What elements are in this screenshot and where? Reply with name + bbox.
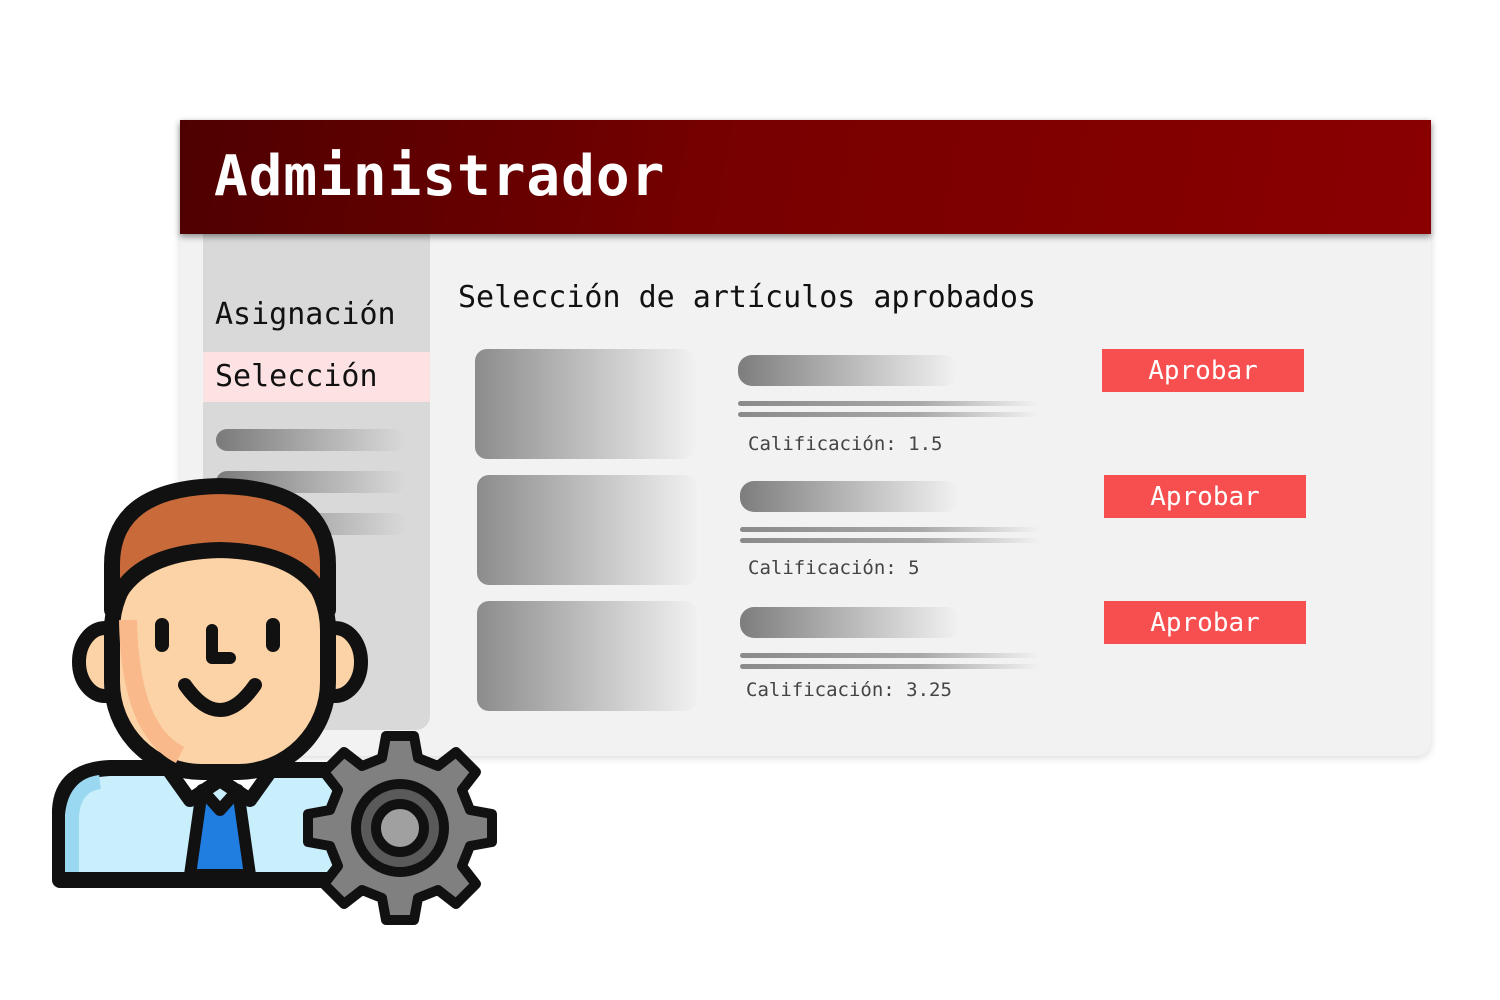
- article-text-placeholder: [740, 653, 1040, 658]
- approve-button[interactable]: Aprobar: [1102, 349, 1304, 392]
- article-rating: Calificación: 5: [748, 557, 920, 579]
- article-text-placeholder: [740, 538, 1040, 543]
- article-text-placeholder: [740, 664, 1040, 669]
- article-thumbnail: [475, 349, 695, 459]
- article-title-placeholder: [740, 607, 960, 638]
- approve-button[interactable]: Aprobar: [1104, 601, 1306, 644]
- approve-button[interactable]: Aprobar: [1104, 475, 1306, 518]
- article-title-placeholder: [738, 355, 958, 386]
- article-text-placeholder: [738, 401, 1038, 406]
- article-rating: Calificación: 3.25: [746, 679, 952, 701]
- sidebar-item-asignacion[interactable]: Asignación: [203, 290, 430, 340]
- article-title-placeholder: [740, 481, 960, 512]
- article-rating: Calificación: 1.5: [748, 433, 943, 455]
- article-row: Calificación: 1.5 Aprobar: [180, 349, 1431, 464]
- app-title: Administrador: [214, 144, 666, 209]
- header-bar: Administrador: [180, 120, 1431, 234]
- section-title: Selección de artículos aprobados: [458, 280, 1036, 315]
- gear-icon: [290, 718, 510, 938]
- article-text-placeholder: [738, 412, 1038, 417]
- article-text-placeholder: [740, 527, 1040, 532]
